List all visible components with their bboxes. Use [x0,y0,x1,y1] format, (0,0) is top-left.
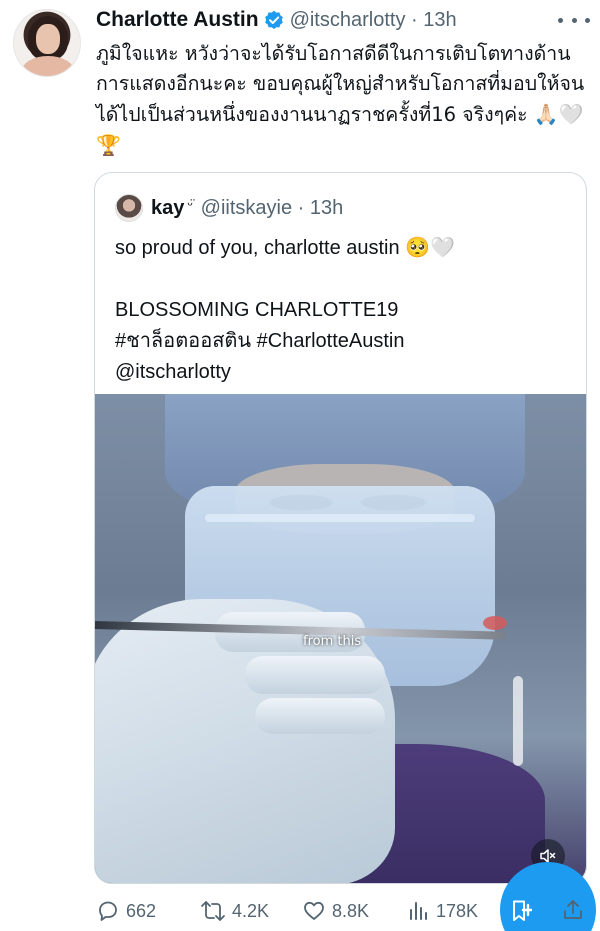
like-icon [304,901,324,920]
quoted-video[interactable]: from this [95,394,586,883]
tweet-text: ภูมิใจแหะ หวังว่าจะได้รับโอกาสดีดีในการเ… [96,39,590,161]
quoted-author-name: kay [151,196,185,219]
author-display-name[interactable]: Charlotte Austin [96,8,259,32]
tweet[interactable]: Charlotte Austin @itscharlotty · 13h ภูม… [0,0,600,931]
verified-badge-icon [264,10,284,30]
author-avatar[interactable] [13,9,81,77]
like-count: 8.8K [332,900,370,921]
video-caption: from this [303,634,362,649]
more-dot [585,17,590,23]
author-handle-time[interactable]: @itscharlotty · 13h [290,9,457,32]
avatar-face [36,24,60,54]
quoted-author-handle-time: @iitskayie · 13h [200,196,344,219]
reply-icon [99,901,117,921]
avatar-shoulders [22,56,74,76]
tweet-header: Charlotte Austin @itscharlotty · 13h [96,6,457,34]
quoted-tweet-text: so proud of you, charlotte austin 🥺🤍 BLO… [115,237,455,383]
more-dot [558,17,563,23]
views-count: 178K [436,900,479,921]
share-icon[interactable] [562,898,584,922]
tweet-text-body: ภูมิใจแหะ หวังว่าจะได้รับโอกาสดีดีในการเ… [96,42,585,126]
quoted-tweet-header: kay ᵕ̈ @iitskayie · 13h [115,194,343,222]
quoted-author-avatar [115,194,143,222]
more-icon[interactable] [558,8,590,32]
repost-button[interactable]: 4.2K [200,896,269,926]
views-icon [410,902,427,920]
reply-count: 662 [126,900,157,921]
video-finger [255,698,385,734]
bookmark-icon[interactable] [510,899,532,923]
quoted-tweet[interactable]: kay ᵕ̈ @iitskayie · 13h so proud of you,… [94,172,587,884]
quoted-author-name-badge: ᵕ̈ [187,196,193,212]
video-finger [245,656,385,694]
repost-count: 4.2K [232,900,270,921]
video-light-glare [513,676,523,766]
reply-button[interactable]: 662 [96,896,156,926]
like-button[interactable]: 8.8K [302,896,369,926]
video-mask-highlight [205,514,475,522]
more-dot [571,17,577,23]
video-scalpel-tip [483,616,507,630]
views-button[interactable]: 178K [406,896,478,926]
repost-icon [201,901,225,921]
